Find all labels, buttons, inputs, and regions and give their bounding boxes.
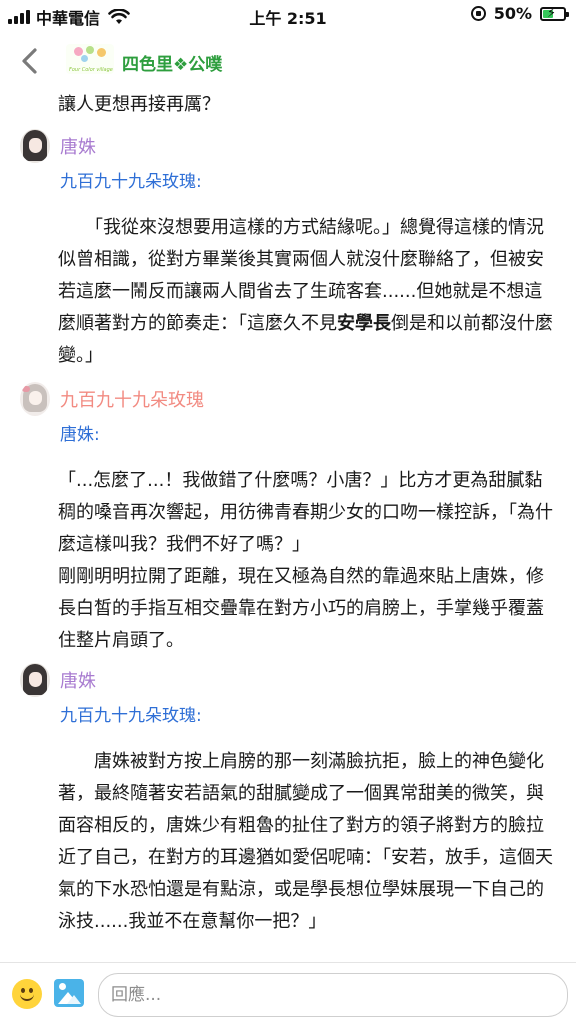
logo-text: Four Color village — [69, 67, 113, 73]
battery-icon: ⚡ — [540, 5, 569, 21]
bold-mention: 安學長 — [337, 313, 391, 334]
avatar[interactable] — [20, 382, 50, 416]
avatar[interactable] — [20, 129, 50, 163]
rotation-lock-icon — [470, 6, 486, 21]
post-body: 唐姝被對方按上肩膀的那一刻滿臉抗拒，臉上的神色變化著，最終隨著安若語氣的甜膩變成… — [58, 751, 553, 932]
smiley-icon[interactable] — [12, 979, 42, 1009]
reply-target[interactable]: 九百九十九朵玫瑰: — [60, 701, 202, 731]
status-bar: 中華電信 上午 2:51 50% ⚡ — [0, 0, 576, 32]
charging-bolt-icon: ⚡ — [547, 5, 557, 21]
thread-content: 讓人更想再接再厲？ 唐姝 九百九十九朵玫瑰: 「我從來沒想要用這樣的方式結緣呢。… — [0, 84, 576, 962]
post-body: 「...怎麼了...！我做錯了什麼嗎？小唐？」比方才更為甜膩黏稠的嗓音再次響起，… — [58, 470, 553, 651]
post-body: 「我從來沒想要用這樣的方式結緣呢。」總覺得這樣的情況似曾相識，從對方畢業後其實兩… — [58, 212, 558, 372]
avatar[interactable] — [20, 663, 50, 697]
board-name[interactable]: 四色里❖公噗 — [122, 50, 222, 75]
author-name[interactable]: 唐姝 — [60, 133, 96, 159]
reply-target[interactable]: 九百九十九朵玫瑰: — [60, 167, 202, 197]
author-name[interactable]: 九百九十九朵玫瑰 — [60, 386, 204, 412]
battery-percent: 50% — [493, 4, 532, 23]
image-icon[interactable] — [54, 979, 84, 1007]
reply-input[interactable] — [98, 973, 568, 1017]
reply-bar — [0, 962, 576, 1024]
board-logo[interactable]: Four Color village — [66, 44, 114, 74]
reply-target[interactable]: 唐姝: — [60, 420, 100, 450]
status-right: 50% ⚡ — [470, 4, 569, 23]
post-header: 唐姝 — [20, 662, 96, 698]
post-header: 唐姝 — [20, 128, 96, 164]
previous-post-tail: 讓人更想再接再厲？ — [58, 94, 220, 115]
board-header: Four Color village 四色里❖公噗 — [0, 40, 576, 84]
post-header: 九百九十九朵玫瑰 — [20, 381, 204, 417]
chevron-left-icon[interactable] — [18, 46, 42, 76]
author-name[interactable]: 唐姝 — [60, 667, 96, 693]
